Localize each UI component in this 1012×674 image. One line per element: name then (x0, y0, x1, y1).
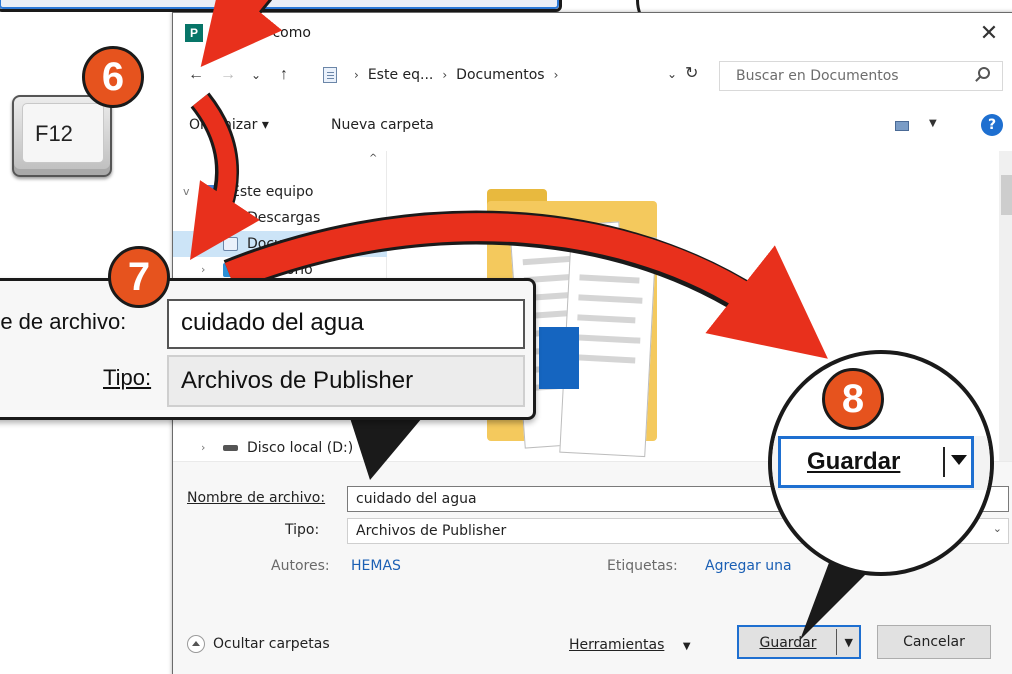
zoomed-type-select: Archivos de Publisher (167, 355, 525, 407)
arrow-to-documents-fill (190, 94, 260, 260)
zoomed-filename-panel: re de archivo: cuidado del agua Tipo: Ar… (0, 278, 536, 420)
zoom-pointer-filename (350, 418, 422, 480)
zoomed-filename-label: re de archivo: (0, 309, 127, 334)
zoomed-save-circle: Guardar (768, 350, 994, 576)
zoomed-filename-input: cuidado del agua (167, 299, 525, 349)
f12-key-icon: F12 (12, 95, 112, 177)
step-7-badge: 7 (108, 246, 170, 308)
zoomed-dropdown-icon (951, 455, 967, 465)
zoomed-save-label: Guardar (807, 448, 901, 475)
step-6-badge: 6 (82, 46, 144, 108)
zoomed-save-button: Guardar (778, 436, 974, 488)
step-8-badge: 8 (822, 368, 884, 430)
f12-key-label: F12 (22, 103, 104, 163)
zoomed-type-label: Tipo: (103, 365, 152, 390)
